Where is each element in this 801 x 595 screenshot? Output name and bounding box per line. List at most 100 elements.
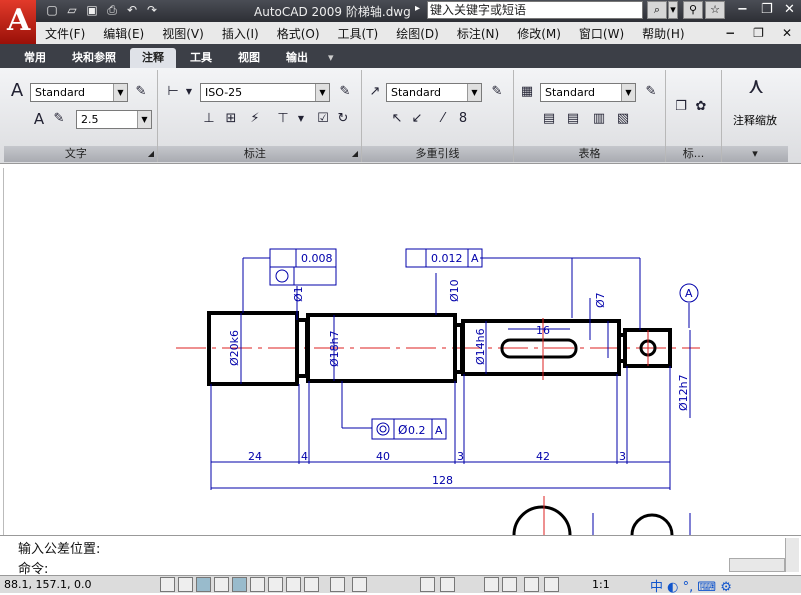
menu-view[interactable]: 视图(V) [153, 25, 213, 42]
expand-icon[interactable]: ◢ [148, 146, 157, 162]
align-leader-icon[interactable]: ⁄ [434, 110, 452, 128]
open-icon[interactable]: ▱ [64, 3, 80, 18]
redo-icon[interactable]: ↷ [144, 3, 160, 18]
mleader-style-edit-icon[interactable]: ✎ [488, 83, 506, 101]
dim-continue-icon[interactable]: ⊥ [200, 110, 218, 128]
dim-update-icon[interactable]: ☑ [314, 110, 332, 128]
dim-style-select[interactable]: ISO-25 ▼ [200, 83, 330, 102]
grid-toggle[interactable] [178, 577, 193, 592]
ribbon-minimize-icon[interactable]: ▾ [322, 48, 340, 68]
collect-leader-icon[interactable]: 8 [454, 110, 472, 128]
ime-icon[interactable]: 中 ◐ °, ⌨ ⚙ [650, 576, 732, 595]
single-line-text-icon[interactable]: A [30, 110, 48, 128]
otrack-toggle[interactable] [250, 577, 265, 592]
annotation-scale-label[interactable]: 注释缩放 [726, 112, 784, 128]
dim-reassociate-icon[interactable]: ↻ [334, 110, 352, 128]
table-style-select[interactable]: Standard ▼ [540, 83, 636, 102]
menu-edit[interactable]: 编辑(E) [94, 25, 153, 42]
search-button[interactable]: ⌕ [647, 1, 667, 19]
ducs-toggle[interactable] [268, 577, 283, 592]
snap-toggle[interactable] [160, 577, 175, 592]
showmotion-icon[interactable] [544, 577, 559, 592]
menu-window[interactable]: 窗口(W) [570, 25, 633, 42]
wipeout-icon[interactable]: ✿ [692, 98, 710, 116]
command-scrollbar[interactable] [785, 538, 799, 572]
add-leader-icon[interactable]: ↖ [388, 110, 406, 128]
annotation-scale-status[interactable]: 1:1 [592, 578, 610, 591]
menu-file[interactable]: 文件(F) [36, 25, 94, 42]
text-height-select[interactable]: 2.5 ▼ [76, 110, 152, 129]
expand-icon[interactable]: ◢ [352, 146, 361, 162]
annotation-scale-dropdown-icon[interactable]: ▾ [722, 146, 788, 162]
revcloud-icon[interactable]: ❐ [672, 98, 690, 116]
print-icon[interactable]: ⎙ [104, 3, 120, 18]
pan-icon[interactable] [484, 577, 499, 592]
tab-annotate[interactable]: 注释 [130, 48, 176, 68]
drawing-canvas[interactable]: 0.008 0.012 A Ø 0.2 A A 24 4 40 3 42 3 1… [3, 168, 801, 535]
tab-output[interactable]: 输出 [274, 48, 320, 68]
search-arrow-icon: ▸ [415, 3, 421, 14]
doc-restore-icon[interactable]: ❐ [744, 26, 773, 40]
qp-toggle[interactable] [352, 577, 367, 592]
osnap-toggle[interactable] [232, 577, 247, 592]
search-dropdown-icon[interactable]: ▾ [668, 1, 678, 19]
tab-view[interactable]: 视图 [226, 48, 272, 68]
remove-leader-icon[interactable]: ↙ [408, 110, 426, 128]
table-merge-icon[interactable]: ▥ [590, 110, 608, 128]
minimize-icon[interactable]: − [737, 2, 748, 17]
new-icon[interactable]: ▢ [44, 3, 60, 18]
menu-tools[interactable]: 工具(T) [329, 25, 388, 42]
menu-modify[interactable]: 修改(M) [508, 25, 570, 42]
steering-icon[interactable] [524, 577, 539, 592]
table-style-edit-icon[interactable]: ✎ [642, 83, 660, 101]
annotation-scale-icon[interactable]: ⋏ [744, 76, 768, 106]
autocad-logo[interactable]: A [0, 0, 36, 44]
layout2-icon[interactable] [440, 577, 455, 592]
tab-home[interactable]: 常用 [12, 48, 58, 68]
text-style-edit-icon[interactable]: ✎ [132, 83, 150, 101]
model-toggle[interactable] [330, 577, 345, 592]
tab-tools[interactable]: 工具 [178, 48, 224, 68]
dim-style-edit-icon[interactable]: ✎ [336, 83, 354, 101]
dim-space-icon[interactable]: ⊤ [274, 110, 292, 128]
layout-icon[interactable] [420, 577, 435, 592]
mleader-style-select[interactable]: Standard ▼ [386, 83, 482, 102]
menu-dimension[interactable]: 标注(N) [448, 25, 508, 42]
panel-text: A Standard ▼ ✎ A ✎ 2.5 ▼ 文字 ◢ [4, 70, 158, 162]
communication-icon[interactable]: ⚲ [683, 1, 703, 19]
dim-break-icon[interactable]: ⚡ [246, 110, 264, 128]
text-style-select[interactable]: Standard ▼ [30, 83, 128, 102]
save-icon[interactable]: ▣ [84, 3, 100, 18]
search-input[interactable]: 键入关键字或短语 [427, 1, 643, 19]
ortho-toggle[interactable] [196, 577, 211, 592]
command-hscroll[interactable] [729, 558, 785, 572]
favorites-icon[interactable]: ☆ [705, 1, 725, 19]
menu-help[interactable]: 帮助(H) [633, 25, 693, 42]
multiline-text-icon[interactable]: A [8, 82, 26, 100]
close-icon[interactable]: ✕ [784, 2, 795, 17]
menu-draw[interactable]: 绘图(D) [387, 25, 448, 42]
lwt-toggle[interactable] [304, 577, 319, 592]
zoom-icon[interactable] [502, 577, 517, 592]
maximize-icon[interactable]: ❐ [761, 2, 773, 17]
menu-format[interactable]: 格式(O) [268, 25, 329, 42]
dia-1: Ø1 [292, 286, 305, 302]
menu-insert[interactable]: 插入(I) [213, 25, 268, 42]
tab-blocks[interactable]: 块和参照 [60, 48, 128, 68]
dim-space-dropdown-icon[interactable]: ▼ [292, 110, 310, 128]
dim-dropdown-icon[interactable]: ▼ [180, 83, 198, 101]
table-icon[interactable]: ▦ [518, 83, 536, 101]
dyn-toggle[interactable] [286, 577, 301, 592]
table-link-icon[interactable]: ▧ [614, 110, 632, 128]
polar-toggle[interactable] [214, 577, 229, 592]
table-insert-above-icon[interactable]: ▤ [540, 110, 558, 128]
dim-baseline-icon[interactable]: ⊞ [222, 110, 240, 128]
doc-close-icon[interactable]: ✕ [773, 26, 801, 40]
status-bar: 88.1, 157.1, 0.0 1:1 中 ◐ °, ⌨ ⚙ [0, 575, 801, 595]
shaft-groove-1[interactable] [295, 318, 309, 378]
undo-icon[interactable]: ↶ [124, 3, 140, 18]
text-edit-icon[interactable]: ✎ [50, 110, 68, 128]
table-insert-below-icon[interactable]: ▤ [564, 110, 582, 128]
doc-minimize-icon[interactable]: − [716, 26, 744, 40]
mleader-icon[interactable]: ↗ [366, 83, 384, 101]
